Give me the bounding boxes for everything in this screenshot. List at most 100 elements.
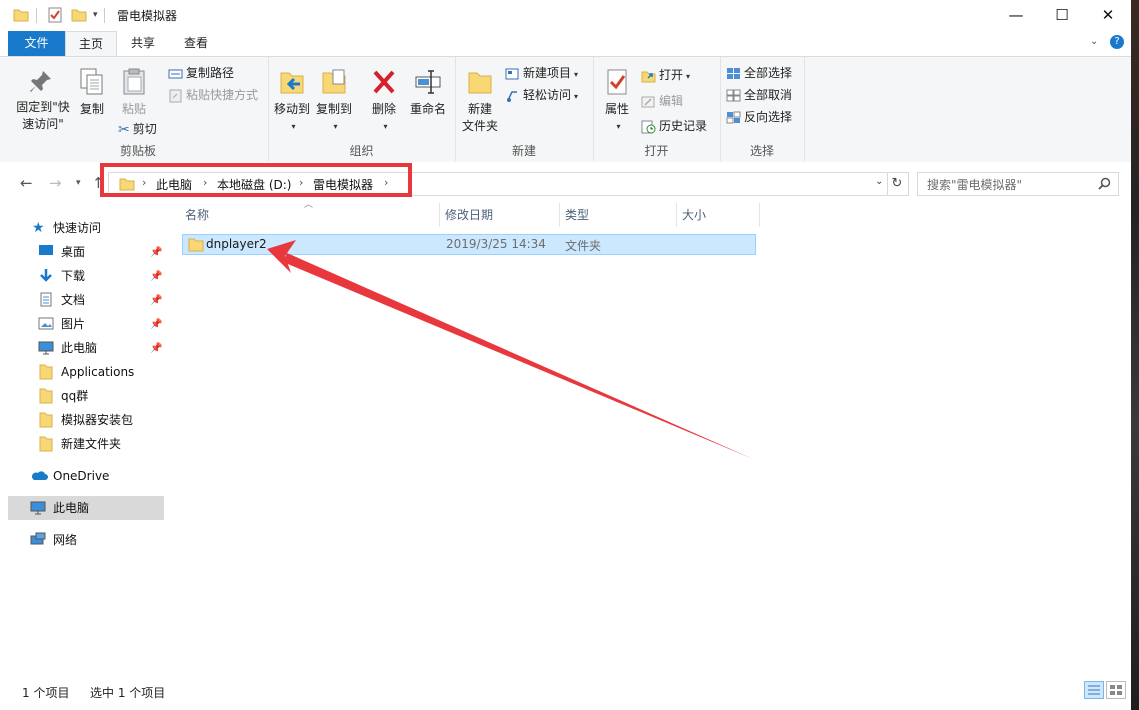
new-folder-icon xyxy=(468,72,492,94)
copy-to-button[interactable]: 复制到 ▾ xyxy=(316,67,352,135)
minimize-button[interactable]: — xyxy=(993,0,1039,31)
recent-locations-button[interactable]: ▾ xyxy=(76,178,81,188)
copy-to-dropdown-icon: ▾ xyxy=(333,122,338,131)
easy-access-icon xyxy=(507,90,517,102)
move-to-button[interactable]: 移动到 ▾ xyxy=(274,67,310,135)
invert-selection-icon xyxy=(726,111,741,123)
paste-shortcut-label: 粘贴快捷方式 xyxy=(186,88,259,102)
history-button[interactable]: 历史记录 xyxy=(641,116,707,136)
status-item-count: 1 个项目 xyxy=(22,686,70,700)
select-all-icon xyxy=(727,67,740,79)
nav-downloads-label: 下载 xyxy=(61,269,86,283)
paste-button[interactable]: 粘贴 xyxy=(116,67,152,118)
easy-access-dropdown-icon: ▾ xyxy=(574,92,579,101)
background-desktop-strip xyxy=(1131,0,1139,710)
pictures-icon xyxy=(38,317,54,330)
new-folder-button[interactable]: 新建 文件夹 xyxy=(460,67,500,135)
search-placeholder: 搜索"雷电模拟器" xyxy=(927,178,1023,192)
status-bar: 1 个项目 选中 1 个项目 xyxy=(0,678,1131,706)
maximize-button[interactable]: ☐ xyxy=(1039,0,1085,31)
tab-home[interactable]: 主页 xyxy=(65,31,117,57)
properties-check-icon[interactable] xyxy=(46,6,64,24)
new-item-label: 新建项目 xyxy=(523,66,572,80)
copy-icon xyxy=(80,68,103,95)
desktop-icon xyxy=(39,245,53,255)
pin-label: 固定到"快速访问" xyxy=(16,100,70,131)
tab-view[interactable]: 查看 xyxy=(171,31,221,56)
open-dropdown-icon: ▾ xyxy=(686,72,691,81)
select-all-label: 全部选择 xyxy=(744,66,793,80)
history-icon xyxy=(641,120,656,133)
close-button[interactable]: ✕ xyxy=(1085,0,1131,31)
pin-quick-access-button[interactable]: 固定到"快速访问" xyxy=(12,67,74,133)
delete-dropdown-icon: ▾ xyxy=(383,122,388,131)
details-view-icon xyxy=(1088,685,1100,695)
column-headers: 名称 修改日期 类型 大小 ︿ xyxy=(180,200,760,227)
organize-group-label: 组织 xyxy=(349,144,374,158)
paste-label: 粘贴 xyxy=(121,102,146,116)
pin-icon: 📌 xyxy=(150,271,163,282)
select-none-icon xyxy=(726,89,741,101)
sort-indicator-icon: ︿ xyxy=(304,200,314,210)
search-icon xyxy=(1098,177,1111,190)
column-modified[interactable]: 修改日期 xyxy=(440,203,560,227)
details-view-button[interactable] xyxy=(1084,681,1104,699)
cut-button[interactable]: ✂ 剪切 xyxy=(118,119,157,139)
properties-button[interactable]: 属性 ▾ xyxy=(597,67,637,135)
easy-access-label: 轻松访问 xyxy=(523,88,572,102)
search-input[interactable]: 搜索"雷电模拟器" xyxy=(917,172,1119,196)
paste-shortcut-button[interactable]: 粘贴快捷方式 xyxy=(168,85,258,105)
new-folder-quick-icon[interactable] xyxy=(70,6,88,24)
column-type[interactable]: 类型 xyxy=(560,203,677,227)
pin-icon: 📌 xyxy=(150,295,163,306)
computer-icon xyxy=(38,341,54,355)
star-icon: ★ xyxy=(32,220,45,236)
group-organize: 移动到 ▾ 复制到 ▾ 删除 ▾ 重命名 组织 xyxy=(268,57,456,161)
nav-new-folder-label: 新建文件夹 xyxy=(61,437,122,451)
computer-icon xyxy=(30,501,46,515)
cloud-icon xyxy=(31,471,48,480)
address-history-dropdown-icon[interactable]: ⌄ xyxy=(875,176,883,187)
new-folder-label: 新建 文件夹 xyxy=(461,102,498,133)
scissors-icon: ✂ xyxy=(118,121,130,138)
rename-button[interactable]: 重命名 xyxy=(406,67,450,118)
nav-quick-access-label: 快速访问 xyxy=(53,221,102,235)
pin-icon: 📌 xyxy=(150,319,163,330)
new-item-button[interactable]: 新建项目 ▾ xyxy=(505,63,578,83)
copy-button[interactable]: 复制 xyxy=(74,67,110,118)
file-name: dnplayer2 xyxy=(206,237,267,251)
edit-button[interactable]: 编辑 xyxy=(641,91,683,111)
customize-quick-access-icon[interactable]: ▾ xyxy=(93,10,98,20)
status-selected-count: 选中 1 个项目 xyxy=(90,686,166,700)
refresh-button[interactable]: ↻ xyxy=(886,172,909,196)
history-label: 历史记录 xyxy=(659,119,708,133)
open-folder-icon xyxy=(641,71,656,82)
column-size[interactable]: 大小 xyxy=(677,203,760,227)
folder-icon xyxy=(39,436,53,452)
tab-file[interactable]: 文件 xyxy=(8,31,65,56)
select-all-button[interactable]: 全部选择 xyxy=(726,63,792,83)
open-button[interactable]: 打开 ▾ xyxy=(641,65,690,85)
copy-path-button[interactable]: 复制路径 xyxy=(168,63,234,83)
explorer-window: ▾ 雷电模拟器 — ☐ ✕ 文件 主页 共享 查看 ⌄ ? 固定到"快速访问" … xyxy=(0,0,1132,710)
copy-path-icon xyxy=(168,69,183,78)
forward-button[interactable]: → xyxy=(49,174,62,192)
easy-access-button[interactable]: 轻松访问 ▾ xyxy=(505,85,578,105)
delete-button[interactable]: 删除 ▾ xyxy=(366,67,402,135)
table-row[interactable]: dnplayer2 2019/3/25 14:34 文件夹 xyxy=(182,234,756,255)
invert-selection-button[interactable]: 反向选择 xyxy=(726,107,792,127)
edit-icon xyxy=(641,96,655,107)
help-icon[interactable]: ? xyxy=(1110,35,1124,49)
large-icons-view-icon xyxy=(1110,685,1122,695)
copy-label: 复制 xyxy=(79,102,104,116)
nav-this-pc-pinned-label: 此电脑 xyxy=(61,341,98,355)
clipboard-group-label: 剪贴板 xyxy=(119,144,156,158)
collapse-ribbon-icon[interactable]: ⌄ xyxy=(1090,36,1098,47)
group-select: 全部选择 全部取消 反向选择 选择 xyxy=(720,57,805,161)
nav-pictures-label: 图片 xyxy=(61,317,86,331)
back-button[interactable]: ← xyxy=(20,174,33,192)
large-icons-view-button[interactable] xyxy=(1106,681,1126,699)
tab-share[interactable]: 共享 xyxy=(118,31,168,56)
select-none-button[interactable]: 全部取消 xyxy=(726,85,792,105)
new-group-label: 新建 xyxy=(511,144,536,158)
